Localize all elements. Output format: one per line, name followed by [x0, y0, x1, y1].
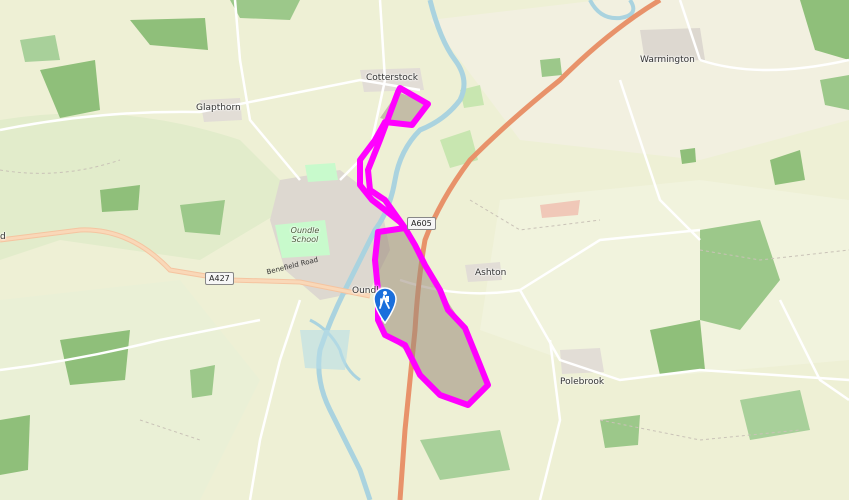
map-view[interactable]: Cotterstock Warmington Glapthorn Oundle … — [0, 0, 849, 500]
road-shield-a605: A605 — [407, 217, 436, 230]
hiker-marker-icon[interactable] — [372, 286, 398, 325]
road-shield-a427: A427 — [205, 272, 234, 285]
place-label-oundle-school: Oundle School — [290, 226, 320, 244]
map-base-layer — [0, 0, 849, 500]
place-label-polebrook: Polebrook — [560, 377, 605, 387]
place-label-cotterstock: Cotterstock — [366, 73, 418, 83]
place-label-warmington: Warmington — [640, 55, 695, 65]
place-label-glapthorn: Glapthorn — [196, 103, 241, 113]
place-label-ashton: Ashton — [475, 268, 507, 278]
place-label-edge: d — [0, 232, 6, 242]
